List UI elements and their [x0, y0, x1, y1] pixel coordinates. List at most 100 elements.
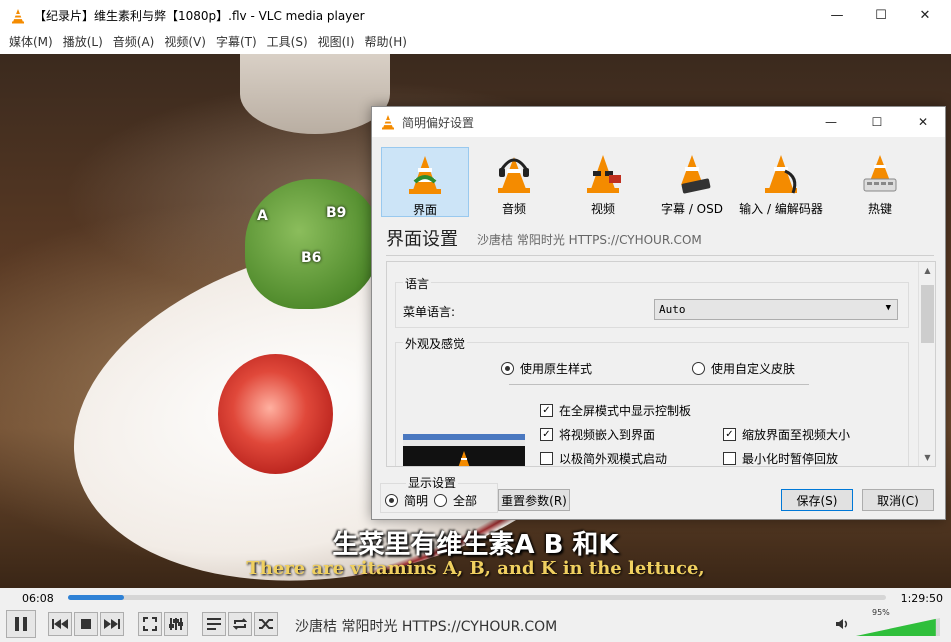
menu-tools[interactable]: 工具(S): [262, 31, 313, 54]
simple-radio[interactable]: 简明: [385, 492, 428, 509]
close-icon: ✕: [917, 115, 929, 129]
loop-icon: [233, 618, 247, 630]
category-input-codecs[interactable]: 输入 / 编解码器: [737, 147, 825, 217]
seek-slider[interactable]: [68, 595, 886, 600]
pause-button[interactable]: [6, 610, 36, 638]
headphones-cone-icon: [498, 157, 530, 193]
vertical-scrollbar[interactable]: ▲ ▼: [918, 262, 935, 466]
category-label: 界面: [412, 203, 437, 217]
playlist-button[interactable]: [202, 612, 226, 636]
category-label: 热键: [867, 202, 892, 216]
menu-audio[interactable]: 音频(A): [108, 31, 160, 54]
category-interface[interactable]: 界面: [381, 147, 469, 217]
category-label: 视频: [590, 202, 615, 216]
volume-icon[interactable]: [836, 618, 850, 633]
shuffle-icon: [259, 619, 273, 629]
custom-skin-radio[interactable]: 使用自定义皮肤: [692, 360, 795, 377]
stop-button[interactable]: [74, 612, 98, 636]
scroll-thumb[interactable]: [921, 285, 934, 343]
category-label: 字幕 / OSD: [661, 202, 723, 216]
vlc-cone-icon: [382, 115, 394, 130]
pause-minimized-label: 最小化时暂停回放: [742, 452, 839, 466]
prefs-minimize-button[interactable]: —: [808, 107, 854, 137]
menu-media[interactable]: 媒体(M): [4, 31, 58, 54]
menu-help[interactable]: 帮助(H): [360, 31, 412, 54]
radio-selected-icon: [385, 494, 398, 507]
menu-video[interactable]: 视频(V): [159, 31, 211, 54]
time-elapsed: 06:08: [22, 592, 54, 605]
scroll-down-icon[interactable]: ▼: [919, 449, 935, 466]
category-hotkeys[interactable]: 热键: [826, 147, 934, 217]
resize-to-video-label: 缩放界面至视频大小: [742, 428, 851, 442]
cancel-button[interactable]: 取消(C): [862, 489, 934, 511]
minimal-view-label: 以极简外观模式启动: [559, 452, 668, 466]
reset-preferences-button[interactable]: 重置参数(R): [498, 489, 570, 511]
skip-forward-icon: [104, 619, 120, 629]
interface-cone-icon: [409, 156, 441, 194]
all-label: 全部: [453, 494, 478, 508]
resize-to-video-checkbox[interactable]: ✓ 缩放界面至视频大小: [723, 426, 850, 443]
shuffle-button[interactable]: [254, 612, 278, 636]
preferences-title-bar: 简明偏好设置 — ☐ ✕: [372, 107, 945, 137]
time-total: 1:29:50: [900, 592, 943, 605]
menu-playback[interactable]: 播放(L): [58, 31, 108, 54]
extended-settings-button[interactable]: [164, 612, 188, 636]
video-label-b9: B9: [326, 205, 347, 221]
video-label-a: A: [257, 208, 268, 224]
embed-video-checkbox[interactable]: ✓ 将视频嵌入到界面: [540, 426, 655, 443]
maximize-icon: ☐: [875, 8, 887, 23]
style-separator: [509, 384, 809, 385]
video-label-b6: B6: [301, 250, 322, 266]
pause-minimized-checkbox[interactable]: 最小化时暂停回放: [723, 450, 839, 466]
embed-video-label: 将视频嵌入到界面: [559, 428, 656, 442]
prefs-close-button[interactable]: ✕: [900, 107, 946, 137]
subtitle-chinese: 生菜里有维生素A B 和K: [332, 530, 619, 560]
scroll-up-icon[interactable]: ▲: [919, 262, 935, 279]
category-video[interactable]: 视频: [559, 147, 647, 217]
fullscreen-button[interactable]: [138, 612, 162, 636]
prefs-maximize-button[interactable]: ☐: [854, 107, 900, 137]
seek-progress: [68, 595, 124, 600]
volume-percent: 95%: [872, 608, 890, 617]
vlc-cone-icon: [458, 451, 470, 466]
reset-button-label: 重置参数(R): [501, 493, 567, 508]
maximize-button[interactable]: ☐: [858, 0, 904, 31]
loop-button[interactable]: [228, 612, 252, 636]
category-label: 音频: [501, 202, 526, 216]
radio-unselected-icon: [434, 494, 447, 507]
minimal-view-checkbox[interactable]: 以极简外观模式启动: [540, 450, 668, 466]
all-radio[interactable]: 全部: [434, 492, 477, 509]
simple-label: 简明: [404, 494, 429, 508]
minimize-button[interactable]: —: [814, 0, 860, 31]
minimize-icon: —: [825, 115, 837, 129]
category-subtitles-osd[interactable]: 字幕 / OSD: [648, 147, 736, 217]
fullscreen-controls-checkbox[interactable]: ✓ 在全屏模式中显示控制板: [540, 402, 691, 419]
menu-language-select[interactable]: Auto ▼: [654, 299, 898, 320]
close-icon: ✕: [919, 8, 931, 23]
fullscreen-icon: [143, 617, 157, 631]
glasses-cone-icon: [587, 155, 621, 193]
menu-view[interactable]: 视图(I): [313, 31, 360, 54]
checkbox-checked-icon: ✓: [540, 404, 553, 417]
next-button[interactable]: [100, 612, 124, 636]
previous-button[interactable]: [48, 612, 72, 636]
pause-icon: [15, 617, 27, 631]
category-bar: 界面 音频 视频 字幕 / OSD 输入 / 编解码器 热键: [380, 147, 940, 217]
native-style-radio[interactable]: 使用原生样式: [501, 360, 592, 377]
minimize-icon: —: [830, 8, 844, 23]
settings-scroll-area[interactable]: 语言 菜单语言: Auto ▼ 外观及感觉 使用原生样式 使用自定义皮肤 ✓ 在…: [386, 261, 936, 467]
category-audio[interactable]: 音频: [470, 147, 558, 217]
controls-watermark: 沙唐桔 常阳时光 HTTPS://CYHOUR.COM: [295, 619, 558, 635]
close-button[interactable]: ✕: [902, 0, 948, 31]
volume-slider[interactable]: [856, 616, 940, 636]
preview-menu-strip: [403, 440, 525, 446]
cable-cone-icon: [765, 155, 797, 194]
cancel-button-label: 取消(C): [877, 493, 919, 508]
keyboard-cone-icon: [681, 155, 711, 194]
menu-subtitle[interactable]: 字幕(T): [211, 31, 262, 54]
preferences-dialog: 简明偏好设置 — ☐ ✕ 界面 音频 视频 字幕 / OSD 输入 / 编解码器…: [371, 106, 946, 520]
save-button[interactable]: 保存(S): [781, 489, 853, 511]
checkbox-checked-icon: ✓: [723, 428, 736, 441]
menu-language-value: Auto: [659, 303, 686, 316]
seek-bar: 06:08 1:29:50: [0, 588, 951, 608]
